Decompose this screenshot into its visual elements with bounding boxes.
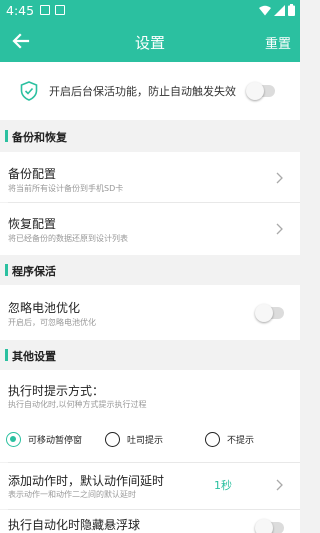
row-subtitle: 执行自动化时,以何种方式提示执行过程 xyxy=(8,400,147,409)
section-accent-bar xyxy=(5,264,8,276)
row-subtitle: 开启后，可忽略电池优化 xyxy=(8,318,96,327)
radio-label: 吐司提示 xyxy=(127,436,164,446)
shield-check-icon xyxy=(20,81,38,101)
hide-float-toggle[interactable] xyxy=(255,519,284,533)
chevron-right-icon xyxy=(276,172,283,184)
gallery-notification-icon xyxy=(40,5,50,15)
radio-none[interactable]: 不提示 xyxy=(205,432,254,447)
row-subtitle: 将已经备份的数据还原到设计列表 xyxy=(8,234,128,243)
keep-alive-text: 开启后台保活功能，防止自动触发失效 xyxy=(49,85,236,98)
keep-alive-toggle[interactable] xyxy=(246,82,275,100)
app-bar: 设置 重置 xyxy=(0,22,300,62)
radio-movable-pause[interactable]: 可移动暂停窗 xyxy=(6,432,82,447)
backup-config-row[interactable]: 备份配置 将当前所有设计备份到手机SD卡 xyxy=(0,152,300,202)
toggle-knob xyxy=(255,519,273,533)
ignore-battery-toggle[interactable] xyxy=(255,304,284,322)
row-title: 执行时提示方式： xyxy=(8,384,105,398)
row-title: 忽略电池优化 xyxy=(8,301,81,315)
row-title: 添加动作时，默认动作间延时 xyxy=(8,474,165,488)
status-bar: 4:45 xyxy=(0,0,300,22)
section-accent-bar xyxy=(5,349,8,361)
action-delay-row[interactable]: 添加动作时，默认动作间延时 表示动作一和动作二之间的默认延时 1秒 xyxy=(0,463,300,509)
row-title: 恢复配置 xyxy=(8,217,57,231)
status-time: 4:45 xyxy=(6,3,35,18)
radio-label: 不提示 xyxy=(227,436,255,446)
radio-unselected-icon xyxy=(205,432,220,447)
chevron-right-icon xyxy=(276,479,283,491)
row-subtitle: 将当前所有设计备份到手机SD卡 xyxy=(8,184,124,193)
toggle-knob xyxy=(255,304,273,322)
keep-alive-row: 开启后台保活功能，防止自动触发失效 xyxy=(0,62,300,120)
row-title: 备份配置 xyxy=(8,167,57,181)
app-notification-icon xyxy=(55,5,65,15)
row-subtitle: 表示动作一和动作二之间的默认延时 xyxy=(8,490,136,499)
ignore-battery-row: 忽略电池优化 开启后，可忽略电池优化 xyxy=(0,285,300,340)
radio-toast[interactable]: 吐司提示 xyxy=(105,432,163,447)
toggle-knob xyxy=(246,82,264,100)
radio-unselected-icon xyxy=(105,432,120,447)
section-title: 程序保活 xyxy=(12,265,56,278)
restore-config-row[interactable]: 恢复配置 将已经备份的数据还原到设计列表 xyxy=(0,203,300,255)
wifi-icon xyxy=(259,5,271,15)
reset-button[interactable]: 重置 xyxy=(265,33,291,52)
status-icons xyxy=(259,4,295,16)
signal-icon xyxy=(274,4,285,16)
radio-label: 可移动暂停窗 xyxy=(28,436,83,446)
section-protect: 程序保活 xyxy=(0,255,300,285)
section-backup: 备份和恢复 xyxy=(0,120,300,152)
section-accent-bar xyxy=(5,130,8,142)
hide-float-row: 执行自动化时隐藏悬浮球 xyxy=(0,510,300,533)
battery-icon xyxy=(288,4,295,16)
chevron-right-icon xyxy=(276,223,283,235)
page-title: 设置 xyxy=(134,34,165,52)
delay-value: 1秒 xyxy=(214,479,232,492)
row-title: 执行自动化时隐藏悬浮球 xyxy=(8,518,141,532)
radio-selected-icon xyxy=(6,432,21,447)
prompt-mode-row: 执行时提示方式： 执行自动化时,以何种方式提示执行过程 可移动暂停窗 吐司提示 … xyxy=(0,370,300,462)
section-title: 其他设置 xyxy=(12,350,56,363)
section-other: 其他设置 xyxy=(0,340,300,370)
section-title: 备份和恢复 xyxy=(12,131,67,144)
